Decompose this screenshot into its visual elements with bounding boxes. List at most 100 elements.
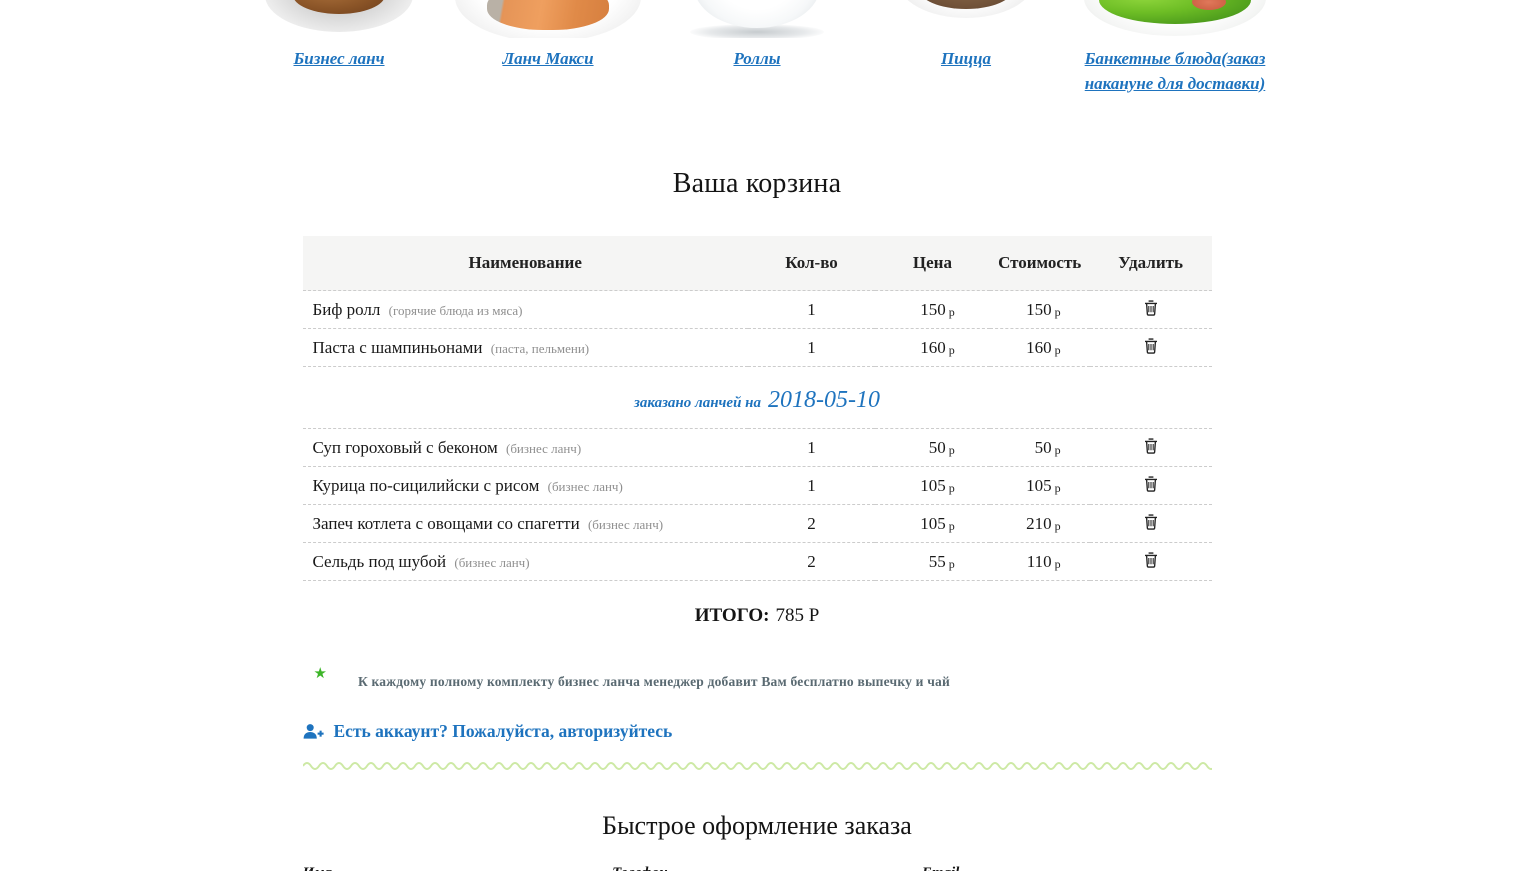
email-field-group: Email — [922, 865, 1212, 871]
category-rolls: Роллы — [653, 0, 862, 96]
star-icon: ★ — [313, 666, 327, 683]
currency-symbol: р — [948, 518, 955, 533]
currency-symbol: р — [948, 304, 955, 319]
item-price-value: 55 — [928, 551, 946, 571]
cart-item-row: Запеч котлета с овощами со спагетти (биз… — [302, 504, 1212, 544]
delete-item-button[interactable] — [1140, 512, 1162, 532]
category-lunch-maxi: Ланч Макси — [444, 0, 653, 96]
category-banquet: Банкетные блюда(заказ накануне для доста… — [1071, 0, 1280, 96]
cart-item-row: Биф ролл (горячие блюда из мяса) 1 150 р … — [302, 290, 1212, 330]
item-category: (бизнес ланч) — [587, 516, 664, 532]
category-link-pizza[interactable]: Пицца — [941, 47, 991, 72]
header-cost: Стоимость — [989, 236, 1090, 292]
cart-item-row: Суп гороховый с беконом (бизнес ланч) 1 … — [302, 428, 1212, 468]
cart-item-row: Паста с шампиньонами (паста, пельмени) 1… — [302, 328, 1212, 368]
item-name: Паста с шампиньонами — [312, 337, 483, 357]
item-price-value: 150 — [920, 299, 946, 319]
item-category: (бизнес ланч) — [454, 554, 530, 570]
auth-prompt: Есть аккаунт? Пожалуйста, авторизуйтесь — [303, 721, 1212, 742]
item-qty: 1 — [747, 328, 876, 368]
trash-icon — [1144, 552, 1157, 569]
currency-symbol: р — [1054, 304, 1061, 319]
delete-item-button[interactable] — [1140, 436, 1162, 456]
currency-symbol: р — [1054, 556, 1061, 571]
cart-total: ИТОГО: 785 Р — [303, 605, 1212, 627]
item-cost-value: 50 — [1034, 437, 1052, 457]
lunch-date-label: заказано ланчей на — [634, 395, 761, 412]
item-name: Запеч котлета с овощами со спагетти — [312, 513, 580, 533]
note-text: К каждому полному комплекту бизнес ланча… — [357, 674, 950, 690]
item-cost-value: 105 — [1026, 475, 1052, 495]
header-qty: Кол-во — [747, 236, 876, 292]
name-field-group: Имя — [303, 865, 593, 871]
item-qty: 2 — [747, 504, 876, 544]
category-business-lunch: Бизнес ланч — [235, 0, 444, 96]
rolls-image[interactable] — [653, 0, 862, 38]
business-lunch-image[interactable] — [235, 0, 444, 38]
item-name: Суп гороховый с беконом — [312, 437, 498, 457]
cart-title: Ваша корзина — [672, 168, 842, 200]
wavy-divider — [302, 762, 1212, 771]
item-cost-value: 160 — [1026, 337, 1052, 357]
header-price: Цена — [875, 236, 990, 292]
quick-order-form: Имя Телефон Email — [303, 865, 1212, 871]
cart-item-row: Сельдь под шубой (бизнес ланч) 2 55 р 110… — [302, 542, 1212, 582]
bowl-shape — [694, 0, 820, 28]
item-category: (бизнес ланч) — [547, 478, 623, 494]
total-label: ИТОГО: — [694, 605, 770, 627]
trash-icon — [1144, 438, 1157, 455]
item-cost-value: 110 — [1026, 551, 1052, 571]
item-name: Биф ролл — [312, 299, 381, 319]
total-value: 785 Р — [775, 605, 820, 627]
category-link-banquet[interactable]: Банкетные блюда(заказ накануне для доста… — [1075, 47, 1275, 96]
delete-item-button[interactable] — [1140, 550, 1162, 570]
currency-symbol: р — [1054, 518, 1061, 533]
item-price-value: 105 — [920, 513, 946, 533]
delete-item-button[interactable] — [1140, 298, 1162, 318]
category-nav: Бизнес ланч Ланч Макси Роллы Пицца Банке… — [235, 0, 1280, 96]
trash-icon — [1144, 476, 1157, 493]
currency-symbol: р — [1054, 480, 1061, 495]
currency-symbol: р — [1054, 342, 1061, 357]
currency-symbol: р — [948, 342, 955, 357]
delete-item-button[interactable] — [1140, 474, 1162, 494]
item-category: (бизнес ланч) — [505, 440, 582, 456]
email-label: Email — [922, 865, 1212, 871]
category-link-rolls[interactable]: Роллы — [733, 47, 780, 72]
trash-icon — [1144, 514, 1157, 531]
free-pastry-note: ★ К каждому полному комплекту бизнес лан… — [303, 667, 1212, 690]
phone-label: Телефон — [612, 865, 902, 871]
currency-symbol: р — [948, 480, 955, 495]
category-link-business-lunch[interactable]: Бизнес ланч — [293, 47, 384, 72]
item-qty: 1 — [747, 466, 876, 506]
phone-field-group: Телефон — [612, 865, 902, 871]
item-price-value: 105 — [920, 475, 946, 495]
item-qty: 1 — [747, 428, 876, 468]
user-plus-icon — [303, 724, 324, 739]
delete-item-button[interactable] — [1140, 336, 1162, 356]
name-label: Имя — [303, 865, 593, 871]
lunch-date-row: заказано ланчей на 2018-05-10 — [302, 366, 1212, 430]
item-price-value: 50 — [928, 437, 946, 457]
cart-table-wrap: Наименование Кол-во Цена Стоимость Удали… — [302, 236, 1212, 771]
cart-header-row: Наименование Кол-во Цена Стоимость Удали… — [302, 236, 1212, 292]
cart-item-row: Курица по-сицилийски с рисом (бизнес лан… — [302, 466, 1212, 506]
lunch-date-value: 2018-05-10 — [768, 387, 880, 414]
trash-icon — [1144, 300, 1157, 317]
header-name: Наименование — [302, 236, 748, 292]
item-name: Курица по-сицилийски с рисом — [312, 475, 540, 495]
authorize-link[interactable]: Есть аккаунт? Пожалуйста, авторизуйтесь — [334, 721, 673, 742]
currency-symbol: р — [948, 556, 955, 571]
item-cost-value: 150 — [1026, 299, 1052, 319]
lunch-maxi-image[interactable] — [444, 0, 653, 38]
pizza-image[interactable] — [862, 0, 1071, 38]
header-delete: Удалить — [1089, 236, 1212, 292]
currency-symbol: р — [1054, 442, 1061, 457]
item-category: (паста, пельмени) — [490, 340, 590, 356]
banquet-image[interactable] — [1071, 0, 1280, 38]
quick-order-title: Быстрое оформление заказа — [602, 811, 912, 841]
item-cost-value: 210 — [1026, 513, 1052, 533]
item-qty: 2 — [747, 542, 876, 582]
item-category: (горячие блюда из мяса) — [388, 302, 523, 318]
category-link-lunch-maxi[interactable]: Ланч Макси — [502, 47, 593, 72]
